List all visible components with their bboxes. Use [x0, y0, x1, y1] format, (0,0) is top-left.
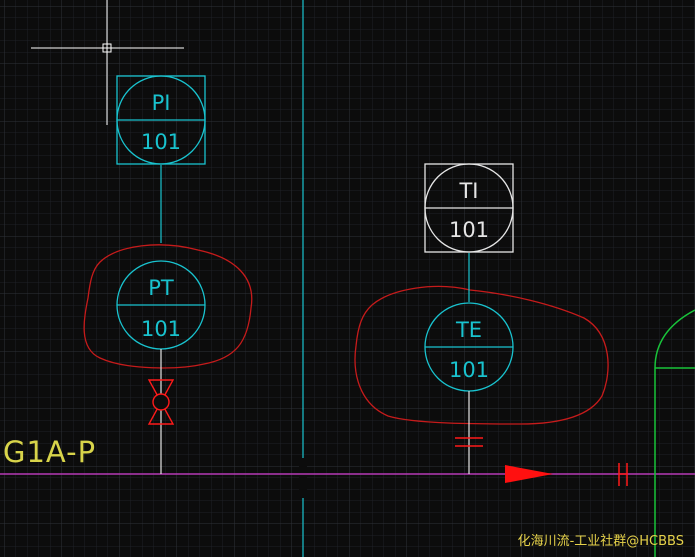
watermark-text: 化海川流-工业社群@HCBBS: [518, 533, 684, 549]
instrument-tag: TI: [458, 179, 478, 203]
instrument-tag: PT: [148, 276, 174, 300]
instrument-number: 101: [449, 358, 489, 382]
instrument-tag: TE: [455, 318, 482, 342]
instrument-number: 101: [141, 130, 181, 154]
instrument-number: 101: [449, 218, 489, 242]
instrument-tag: PI: [152, 91, 171, 115]
cad-drawing-canvas[interactable]: G1A-P PI 101 PT 101 TI 101 TE 101 化海川流-工…: [0, 0, 695, 557]
line-label[interactable]: G1A-P: [3, 435, 96, 469]
instrument-number: 101: [141, 317, 181, 341]
divider-gap: [299, 458, 307, 498]
